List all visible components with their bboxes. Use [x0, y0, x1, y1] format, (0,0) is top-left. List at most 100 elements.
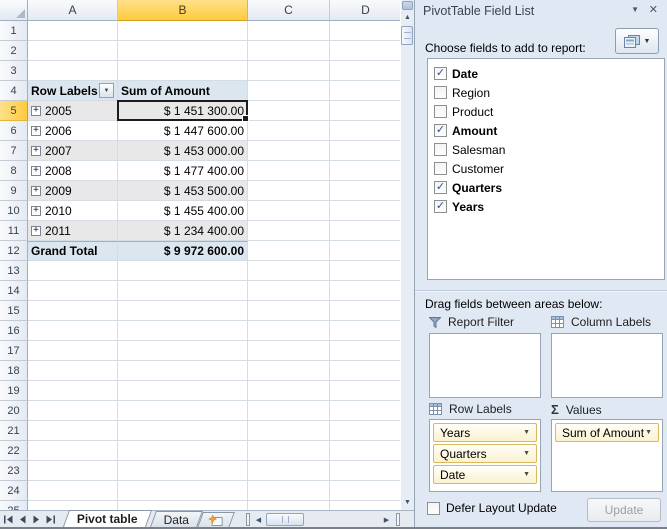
cell-A11[interactable]: +2011: [28, 221, 118, 241]
row-header-7[interactable]: 7: [0, 141, 28, 161]
cell-C11[interactable]: [248, 221, 330, 241]
cell-D25[interactable]: [330, 501, 400, 510]
cell-A16[interactable]: [28, 321, 118, 341]
cell-D6[interactable]: [330, 121, 400, 141]
field-item-amount[interactable]: ✓Amount: [434, 121, 658, 140]
cell-D19[interactable]: [330, 381, 400, 401]
checkbox-amount[interactable]: ✓: [434, 124, 447, 137]
row-header-3[interactable]: 3: [0, 61, 28, 81]
field-item-salesman[interactable]: Salesman: [434, 140, 658, 159]
row-header-15[interactable]: 15: [0, 301, 28, 321]
cell-A13[interactable]: [28, 261, 118, 281]
defer-layout-update-row[interactable]: Defer Layout Update: [427, 501, 557, 515]
defer-layout-update-checkbox[interactable]: [427, 502, 440, 515]
cell-A10[interactable]: +2010: [28, 201, 118, 221]
cell-A3[interactable]: [28, 61, 118, 81]
cell-B18[interactable]: [118, 361, 248, 381]
pane-menu-icon[interactable]: ▼: [631, 5, 639, 14]
row-header-4[interactable]: 4: [0, 81, 28, 101]
row-header-18[interactable]: 18: [0, 361, 28, 381]
cell-A8[interactable]: +2008: [28, 161, 118, 181]
cell-C21[interactable]: [248, 421, 330, 441]
expand-icon[interactable]: +: [31, 146, 41, 156]
cell-D5[interactable]: [330, 101, 400, 121]
cell-D24[interactable]: [330, 481, 400, 501]
row-header-22[interactable]: 22: [0, 441, 28, 461]
cell-C24[interactable]: [248, 481, 330, 501]
scroll-down-icon[interactable]: ▼: [401, 496, 414, 509]
cell-D11[interactable]: [330, 221, 400, 241]
checkbox-product[interactable]: [434, 105, 447, 118]
cell-D22[interactable]: [330, 441, 400, 461]
cell-D23[interactable]: [330, 461, 400, 481]
row-labels-drop-zone[interactable]: Years▼Quarters▼Date▼: [429, 419, 541, 492]
cell-B4[interactable]: Sum of Amount: [118, 81, 248, 101]
cell-B11[interactable]: $ 1 234 400.00: [118, 221, 248, 241]
cell-C8[interactable]: [248, 161, 330, 181]
cell-B1[interactable]: [118, 21, 248, 41]
update-button[interactable]: Update: [587, 498, 661, 522]
expand-icon[interactable]: +: [31, 126, 41, 136]
cell-B6[interactable]: $ 1 447 600.00: [118, 121, 248, 141]
field-list-layout-button[interactable]: ▼: [615, 28, 659, 54]
cell-D8[interactable]: [330, 161, 400, 181]
sheet-tab-pivot-table[interactable]: Pivot table: [63, 510, 152, 527]
cell-D7[interactable]: [330, 141, 400, 161]
row-header-24[interactable]: 24: [0, 481, 28, 501]
sheet-tab-data[interactable]: Data: [150, 511, 203, 527]
cell-C1[interactable]: [248, 21, 330, 41]
cell-D16[interactable]: [330, 321, 400, 341]
row-header-23[interactable]: 23: [0, 461, 28, 481]
column-header-A[interactable]: A: [28, 0, 118, 21]
cell-B15[interactable]: [118, 301, 248, 321]
row-header-2[interactable]: 2: [0, 41, 28, 61]
cell-B10[interactable]: $ 1 455 400.00: [118, 201, 248, 221]
cell-B20[interactable]: [118, 401, 248, 421]
cell-C9[interactable]: [248, 181, 330, 201]
next-sheet-icon[interactable]: [30, 513, 43, 526]
checkbox-date[interactable]: ✓: [434, 67, 447, 80]
insert-worksheet-tab[interactable]: [197, 512, 235, 528]
checkbox-salesman[interactable]: [434, 143, 447, 156]
fill-handle[interactable]: [242, 115, 249, 122]
cell-C3[interactable]: [248, 61, 330, 81]
horizontal-scrollbar-thumb[interactable]: [266, 513, 304, 526]
row-header-25[interactable]: 25: [0, 501, 28, 510]
cell-B22[interactable]: [118, 441, 248, 461]
cell-C16[interactable]: [248, 321, 330, 341]
row-header-1[interactable]: 1: [0, 21, 28, 41]
field-item-years[interactable]: ✓Years: [434, 197, 658, 216]
prev-sheet-icon[interactable]: [16, 513, 29, 526]
cell-A5[interactable]: +2005: [28, 101, 118, 121]
cell-C15[interactable]: [248, 301, 330, 321]
cell-B7[interactable]: $ 1 453 000.00: [118, 141, 248, 161]
cell-B8[interactable]: $ 1 477 400.00: [118, 161, 248, 181]
row-header-8[interactable]: 8: [0, 161, 28, 181]
cell-D4[interactable]: [330, 81, 400, 101]
row-header-14[interactable]: 14: [0, 281, 28, 301]
cell-B3[interactable]: [118, 61, 248, 81]
cell-C14[interactable]: [248, 281, 330, 301]
column-header-C[interactable]: C: [248, 0, 330, 21]
cell-C17[interactable]: [248, 341, 330, 361]
report-filter-drop-zone[interactable]: [429, 333, 541, 398]
cell-A2[interactable]: [28, 41, 118, 61]
cell-B21[interactable]: [118, 421, 248, 441]
expand-icon[interactable]: +: [31, 166, 41, 176]
first-sheet-icon[interactable]: [2, 513, 15, 526]
cell-C20[interactable]: [248, 401, 330, 421]
cell-A24[interactable]: [28, 481, 118, 501]
cell-D18[interactable]: [330, 361, 400, 381]
row-header-13[interactable]: 13: [0, 261, 28, 281]
vertical-scrollbar-thumb[interactable]: [401, 26, 413, 45]
cell-D2[interactable]: [330, 41, 400, 61]
vertical-scrollbar[interactable]: ▲ ▼: [400, 0, 414, 510]
cell-A17[interactable]: [28, 341, 118, 361]
split-handle[interactable]: [402, 1, 413, 10]
field-item-date[interactable]: ✓Date: [434, 64, 658, 83]
cell-C7[interactable]: [248, 141, 330, 161]
expand-icon[interactable]: +: [31, 186, 41, 196]
cell-C13[interactable]: [248, 261, 330, 281]
cell-A20[interactable]: [28, 401, 118, 421]
field-item-region[interactable]: Region: [434, 83, 658, 102]
